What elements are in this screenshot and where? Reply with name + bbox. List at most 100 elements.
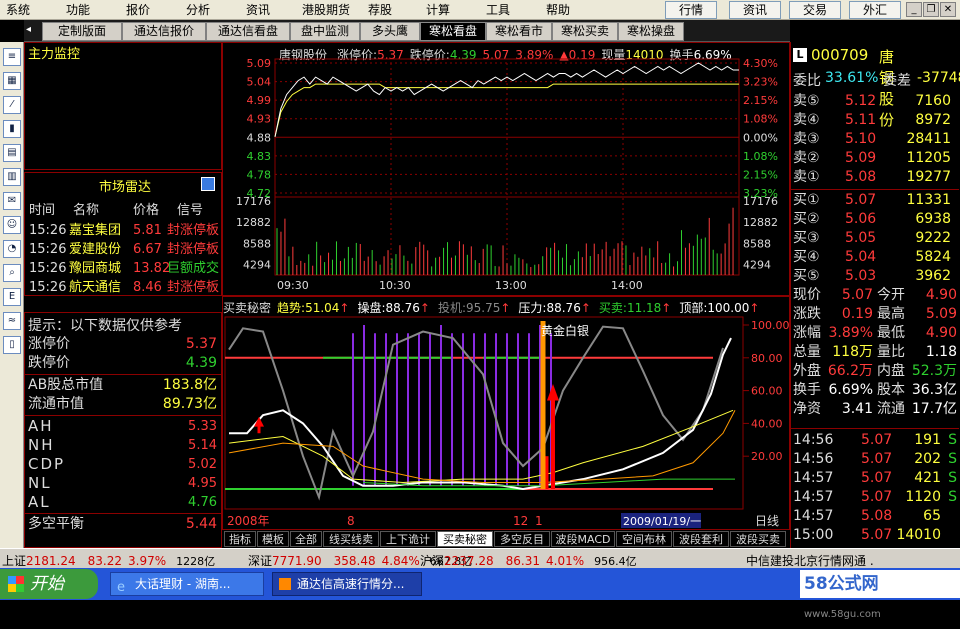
tab-hansong-trade[interactable]: 寒松买卖 [552,22,618,41]
tips-number: 89.73 [162,396,203,412]
tips-row: 多空平衡 5.44 [25,515,221,534]
tab-scroll-left-icon[interactable]: ◂ [26,24,40,38]
indicator-tab[interactable]: 买卖秘密 [437,531,493,547]
intraday-chart[interactable]: 5.095.044.994.934.884.834.784.724.30%3.2… [223,43,791,297]
table-icon[interactable]: ▦ [3,72,21,90]
tab-hansong-operate[interactable]: 寒松操盘 [618,22,684,41]
order-book-row[interactable]: 买③ 5.05 9222 [791,229,959,248]
tab-intraday-monitor[interactable]: 盘中监测 [290,22,360,41]
tab-hansong-market[interactable]: 寒松看市 [486,22,552,41]
line-chart-icon[interactable]: ⁄ [3,96,21,114]
order-book-row[interactable]: 买⑤ 5.03 3962 [791,267,959,286]
order-book-row[interactable]: 卖⑤ 5.12 7160 [791,92,959,111]
indicator-tab[interactable]: 模板 [257,531,289,547]
kline-icon[interactable]: ▮ [3,120,21,138]
list-icon[interactable]: ≡ [3,48,21,66]
menu-analysis[interactable]: 分析 [186,2,210,18]
volume-axis-label: 4294 [243,258,271,271]
indicator-tab-bar: 指标 模板 全部 线买线卖 上下诡计 买卖秘密 多空反目 波段MACD 空间布林 波段套利 波段买卖 [222,530,790,548]
menu-function[interactable]: 功能 [66,2,90,18]
tick-time: 14:57 [793,470,834,486]
taskbar-item-tdx[interactable]: 通达信高速行情分... [272,572,422,596]
start-button[interactable]: 开始 [0,569,98,599]
connection-status[interactable]: 中信建投北京行情网通 . [746,552,874,569]
indicator-chart[interactable]: 100.00 80.00 60.00 40.00 20.00 黄金白银 2008年 8 12 1 2… [223,297,791,531]
mail-icon[interactable]: ✉ [3,192,21,210]
menu-calc[interactable]: 计算 [426,2,450,18]
time-axis-label: 14:00 [611,279,643,292]
tips-row: AL 4.76 [25,493,221,512]
order-volume: 11205 [906,150,951,166]
tips-label: NL [28,474,52,492]
indicator-tab[interactable]: 波段套利 [673,531,729,547]
tab-custom-layout[interactable]: 定制版面 [42,22,122,41]
menu-tools[interactable]: 工具 [486,2,510,18]
menu-help[interactable]: 帮助 [546,2,570,18]
menu-hk-futures[interactable]: 港股期货 [302,2,350,18]
close-icon[interactable]: ✕ [940,2,956,17]
indicator-tab[interactable]: 空间布林 [616,531,672,547]
indicator-tab[interactable]: 指标 [224,531,256,547]
info-button[interactable]: 资讯 [729,1,781,19]
tab-hansong-watch[interactable]: 寒松看盘 [420,22,486,41]
menu-system[interactable]: 系统 [6,2,30,18]
menu-recommend[interactable]: 荐股 [368,2,392,18]
index-status[interactable]: 沪深2237.28 86.31 4.01% 956.4亿 [420,552,637,569]
tick-volume: 1120 [905,489,941,505]
people-icon[interactable]: ☺ [3,216,21,234]
trade-button[interactable]: 交易 [789,1,841,19]
restore-icon[interactable]: ❐ [923,2,939,17]
forex-button[interactable]: 外汇 [849,1,901,19]
order-book-row[interactable]: 卖① 5.08 19277 [791,168,959,187]
indicator-tab[interactable]: 上下诡计 [380,531,436,547]
radar-stock-name: 豫园商城 [69,261,122,276]
radar-row[interactable]: 15:26 爱建股份 6.67 封涨停板 [29,240,223,259]
sheet-icon[interactable]: ▥ [3,168,21,186]
grid-icon[interactable]: ▤ [3,144,21,162]
wave-icon[interactable]: ≈ [3,312,21,330]
indicator-tab[interactable]: 多空反目 [494,531,550,547]
quote-button[interactable]: 行情 [665,1,717,19]
date-axis-label: 1 [535,514,543,528]
gauge-icon[interactable]: ◔ [3,240,21,258]
radar-settings-icon[interactable] [201,177,215,191]
radar-row[interactable]: 15:26 豫园商城 13.82 巨额成交 [29,259,223,278]
indicator-tab[interactable]: 线买线卖 [323,531,379,547]
minimize-icon[interactable]: _ [906,2,922,17]
quote-stat-label: 现价 [793,287,821,303]
volume-axis-label-right: 8588 [743,237,771,250]
tick-volume: 191 [914,432,941,448]
indicator-tab[interactable]: 波段买卖 [730,531,786,547]
indicator-tab[interactable]: 波段MACD [551,531,615,547]
index-status[interactable]: 上证2181.24 83.22 3.97% 1228亿 [2,552,215,569]
quote-stat-value: 4.90 [925,325,957,341]
index-pct: 4.01% [546,554,585,568]
order-book-row[interactable]: 买④ 5.04 5824 [791,248,959,267]
order-book-row[interactable]: 买① 5.07 11331 [791,191,959,210]
etf-icon[interactable]: E [3,288,21,306]
radar-row[interactable]: 15:26 嘉宝集团 5.81 封涨停板 [29,221,223,240]
tips-label: AL [28,493,51,511]
price-axis-label: 5.04 [247,76,272,89]
order-book-row[interactable]: 卖② 5.09 11205 [791,149,959,168]
order-price: 5.03 [845,268,877,284]
order-level-label: 卖② [793,150,820,166]
radar-row[interactable]: 15:26 航天通信 8.46 封涨停板 [29,278,223,297]
document-icon[interactable]: ▯ [3,336,21,354]
tab-tdx-watch[interactable]: 通达信看盘 [206,22,290,41]
search-icon[interactable]: ⌕ [3,264,21,282]
tab-bull-eagle[interactable]: 多头鹰 [360,22,420,41]
menu-quote[interactable]: 报价 [126,2,150,18]
quote-stats: 现价 5.07 今开 4.90 涨跌 0.19 最高 5.09 涨幅 3.89% 最低 4.90 总量 1… [791,286,959,424]
radar-price: 5.81 [133,223,162,238]
period-label[interactable]: 日线 [755,514,779,528]
menu-info[interactable]: 资讯 [246,2,270,18]
order-book-row[interactable]: 卖③ 5.10 28411 [791,130,959,149]
tick-time: 14:57 [793,489,834,505]
tab-tdx-quote[interactable]: 通达信报价 [122,22,206,41]
indicator-tab[interactable]: 全部 [290,531,322,547]
quote-stat-label: 股本 [877,382,905,398]
order-book-row[interactable]: 买② 5.06 6938 [791,210,959,229]
taskbar-item-browser[interactable]: e 大话理财 - 湖南... [110,572,264,596]
order-book-row[interactable]: 卖④ 5.11 8972 [791,111,959,130]
